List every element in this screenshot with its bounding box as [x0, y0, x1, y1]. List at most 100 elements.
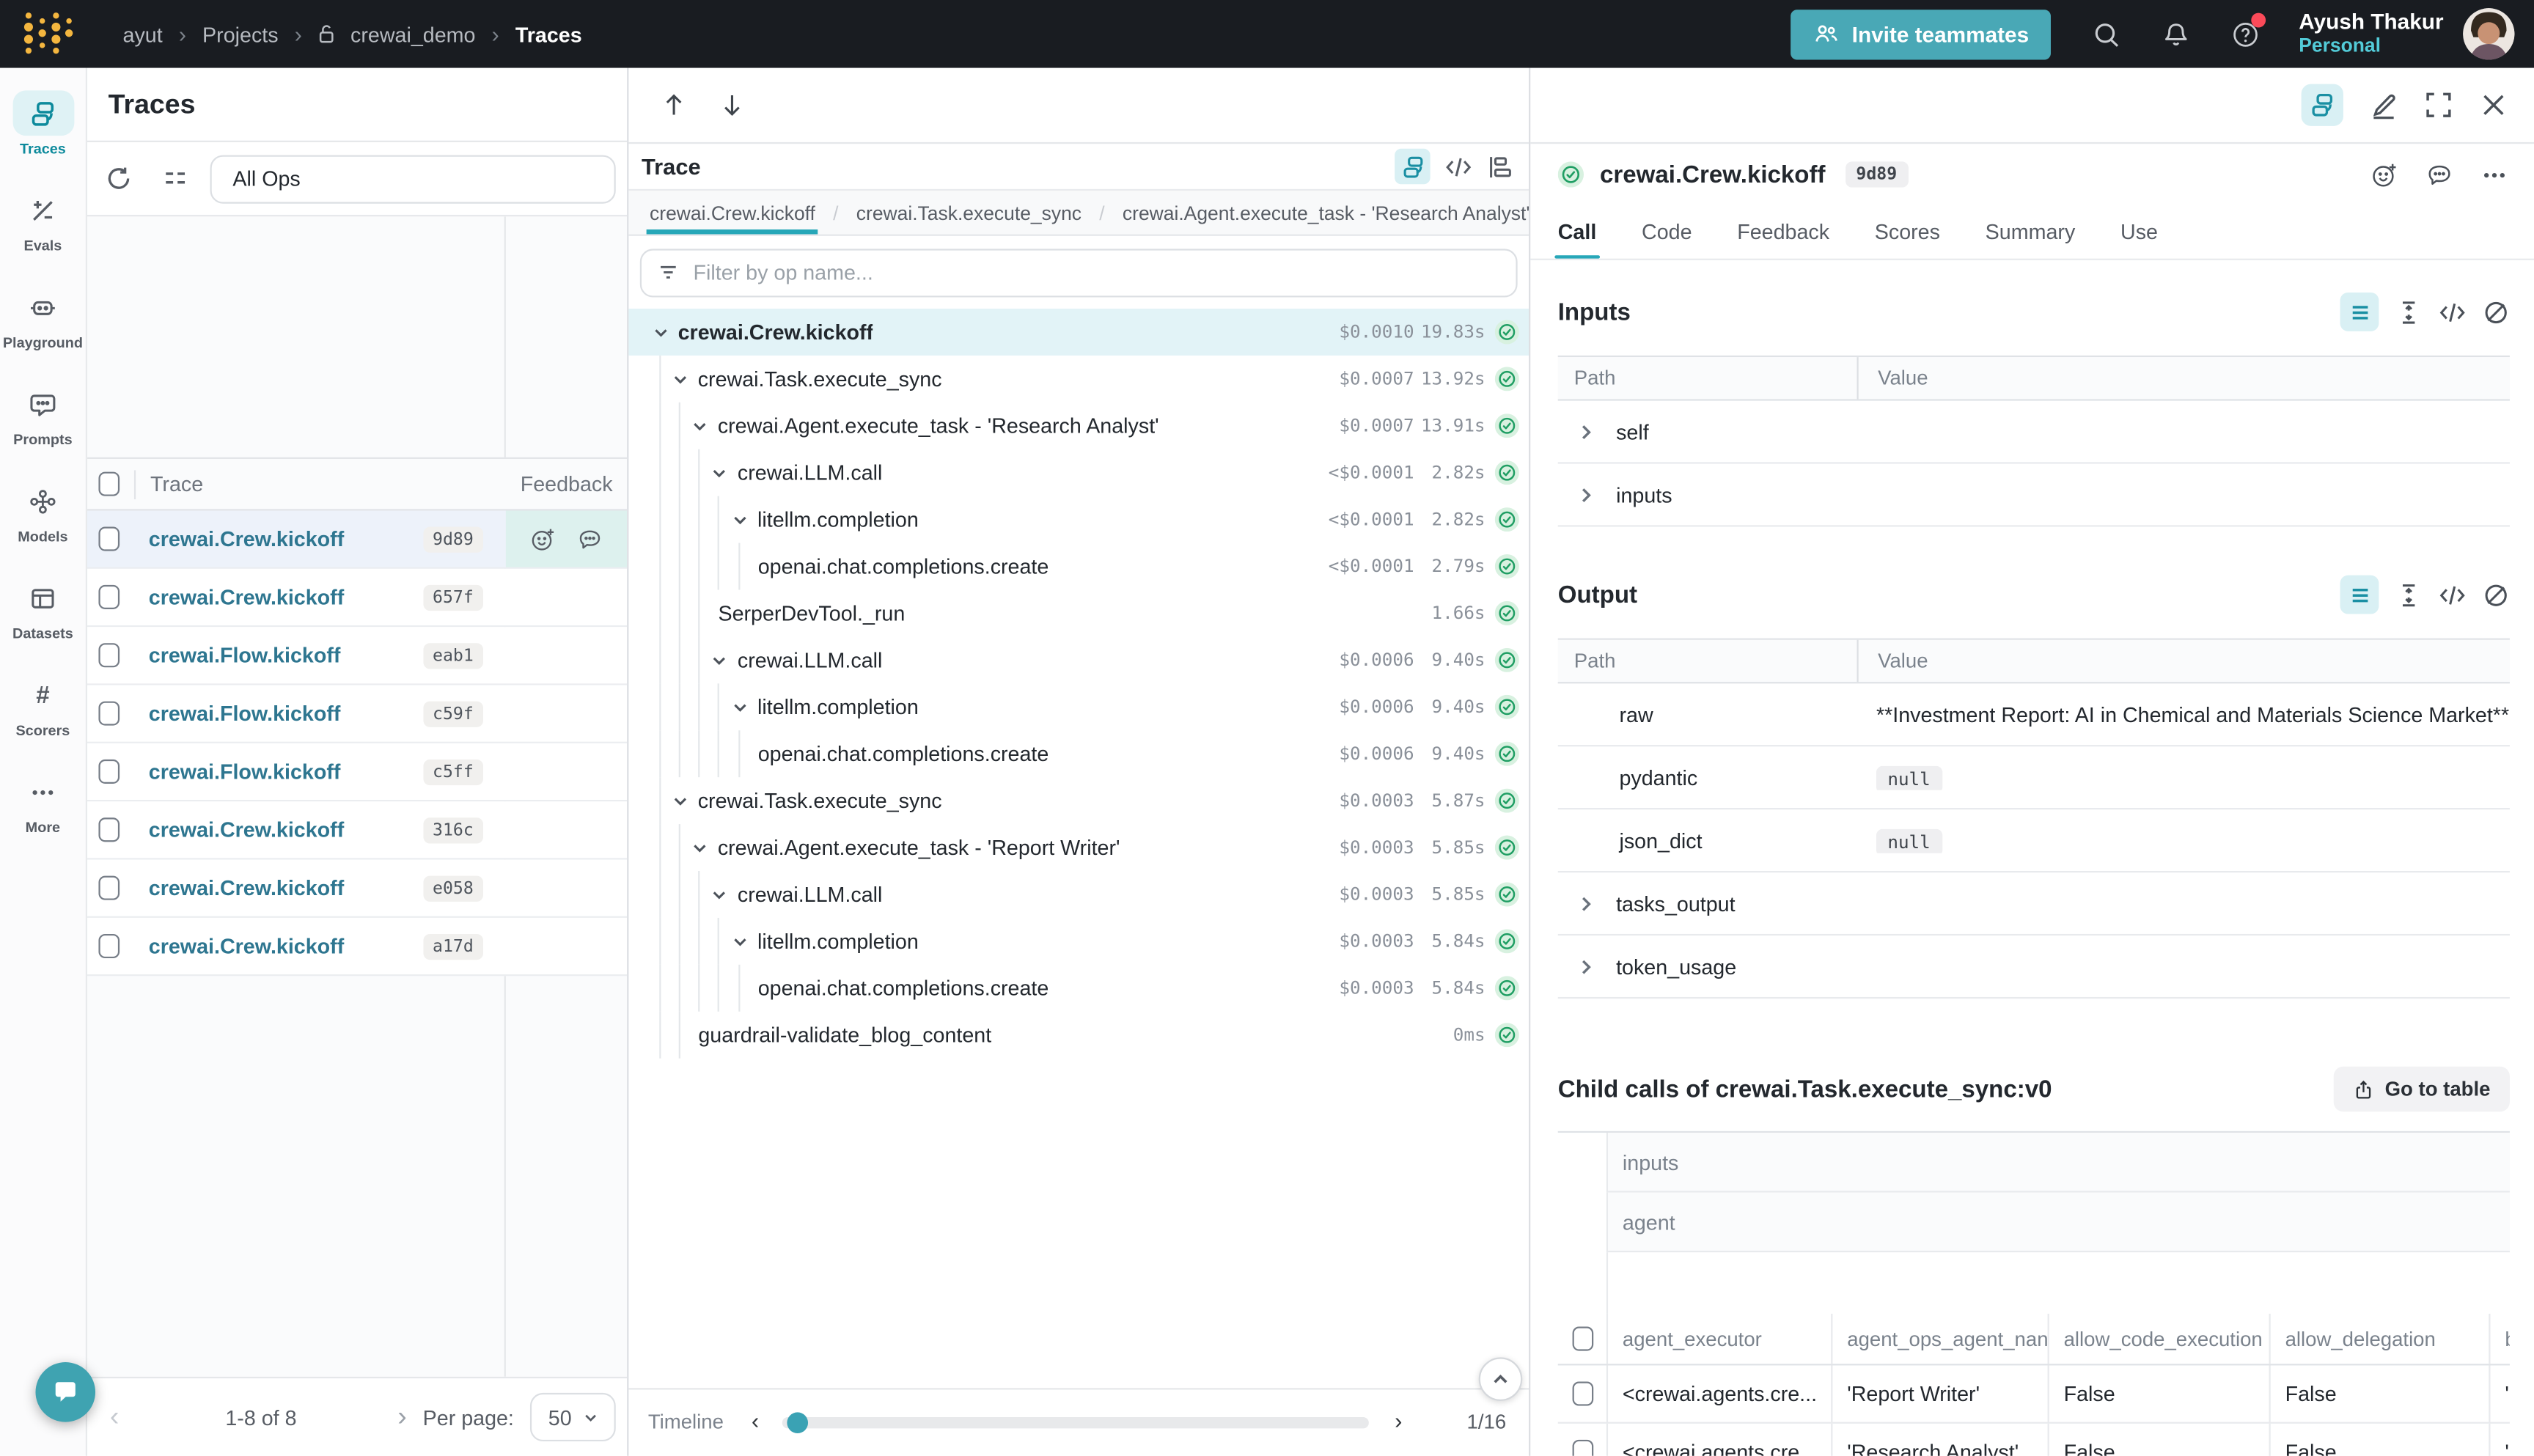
- span-tree-row[interactable]: litellm.completion<$0.00012.82s: [628, 496, 1529, 543]
- invite-teammates-button[interactable]: Invite teammates: [1791, 9, 2052, 59]
- comment-icon[interactable]: [2425, 161, 2453, 188]
- unfold-icon[interactable]: [2395, 298, 2422, 326]
- span-tree-row[interactable]: crewai.Task.execute_sync$0.00035.87s: [628, 777, 1529, 824]
- breadcrumb-item-traces[interactable]: Traces: [512, 22, 585, 46]
- sidebar-item-playground[interactable]: Playground: [0, 284, 86, 381]
- tab-use[interactable]: Use: [2120, 220, 2158, 259]
- trace-op-link[interactable]: crewai.Crew.kickoff: [149, 934, 344, 958]
- chevDown-icon[interactable]: [732, 512, 748, 528]
- arrow-up-icon[interactable]: [661, 92, 686, 118]
- go-to-table-button[interactable]: Go to table: [2333, 1067, 2510, 1112]
- chevRight-icon[interactable]: [1577, 894, 1595, 912]
- trace-op-link[interactable]: crewai.Flow.kickoff: [149, 643, 341, 667]
- bell-icon[interactable]: [2163, 21, 2190, 48]
- select-all-checkbox[interactable]: [98, 472, 120, 496]
- op-name-filter-input[interactable]: [640, 248, 1518, 296]
- more-options-icon[interactable]: [2480, 161, 2508, 188]
- span-tree-row[interactable]: crewai.Task.execute_sync$0.000713.92s: [628, 356, 1529, 402]
- trace-row[interactable]: crewai.Crew.kickoff9d89: [87, 510, 627, 568]
- row-checkbox[interactable]: [98, 934, 120, 958]
- kv-row[interactable]: pydanticnull: [1558, 746, 2510, 809]
- chevRight-icon[interactable]: [1577, 485, 1595, 503]
- smilePlus-icon[interactable]: [530, 526, 556, 551]
- list-view-button[interactable]: [2340, 576, 2379, 614]
- kv-row[interactable]: raw**Investment Report: AI in Chemical a…: [1558, 683, 2510, 746]
- kv-row[interactable]: self: [1558, 401, 2510, 464]
- avatar[interactable]: [2463, 8, 2515, 60]
- flame-view-icon[interactable]: [1487, 152, 1514, 180]
- chevDown-icon[interactable]: [652, 324, 668, 340]
- trace-row[interactable]: crewai.Flow.kickoffc5ff: [87, 743, 627, 801]
- row-checkbox[interactable]: [98, 817, 120, 842]
- trace-op-link[interactable]: crewai.Crew.kickoff: [149, 817, 344, 842]
- chevDown-icon[interactable]: [672, 793, 688, 809]
- child-column-header[interactable]: agent_ops_agent_nan: [1832, 1314, 2049, 1364]
- row-checkbox[interactable]: [98, 585, 120, 609]
- close-icon[interactable]: [2479, 90, 2508, 120]
- collapse-panel-button[interactable]: [1479, 1357, 1523, 1401]
- child-column-header[interactable]: allow_delegation: [2271, 1314, 2491, 1364]
- trace-op-link[interactable]: crewai.Crew.kickoff: [149, 876, 344, 900]
- trace-op-link[interactable]: crewai.Flow.kickoff: [149, 760, 341, 784]
- child-call-row[interactable]: <crewai.agents.cre...'Report Writer'Fals…: [1558, 1365, 2510, 1423]
- chat-support-button[interactable]: [35, 1362, 95, 1422]
- trace-op-link[interactable]: crewai.Crew.kickoff: [149, 527, 344, 551]
- span-tree-row[interactable]: crewai.Crew.kickoff$0.001019.83s: [628, 309, 1529, 356]
- kv-row[interactable]: json_dictnull: [1558, 809, 2510, 872]
- arrow-down-icon[interactable]: [719, 92, 745, 118]
- span-tree-row[interactable]: crewai.Agent.execute_task - 'Research An…: [628, 402, 1529, 449]
- trace-row[interactable]: crewai.Crew.kickoffa17d: [87, 918, 627, 976]
- fullscreen-icon[interactable]: [2424, 90, 2453, 120]
- chevDown-icon[interactable]: [712, 886, 728, 902]
- trace-path-tab[interactable]: crewai.Agent.execute_task - 'Research An…: [1119, 191, 1529, 235]
- row-checkbox[interactable]: [98, 876, 120, 900]
- trace-op-link[interactable]: crewai.Crew.kickoff: [149, 585, 344, 609]
- per-page-select[interactable]: 50: [530, 1393, 616, 1441]
- sidebar-item-more[interactable]: More: [0, 769, 86, 866]
- trace-row[interactable]: crewai.Crew.kickoff316c: [87, 801, 627, 859]
- eyeOff-icon[interactable]: [2482, 298, 2509, 326]
- trace-path-tab[interactable]: crewai.Crew.kickoff: [647, 191, 819, 235]
- next-page-icon[interactable]: ›: [397, 1401, 407, 1433]
- row-checkbox[interactable]: [98, 760, 120, 784]
- eyeOff-icon[interactable]: [2482, 581, 2509, 608]
- prev-page-icon[interactable]: ‹: [110, 1401, 120, 1433]
- span-tree-row[interactable]: openai.chat.completions.create$0.00069.4…: [628, 730, 1529, 777]
- span-tree-row[interactable]: litellm.completion$0.00069.40s: [628, 683, 1529, 730]
- timeline-slider-thumb[interactable]: [787, 1412, 808, 1433]
- sidebar-item-prompts[interactable]: Prompts: [0, 381, 86, 478]
- trace-row[interactable]: crewai.Flow.kickoffeab1: [87, 627, 627, 685]
- child-call-row[interactable]: <crewai.agents.cre...'Research Analyst'F…: [1558, 1424, 2510, 1456]
- row-checkbox[interactable]: [98, 702, 120, 726]
- span-tree-row[interactable]: crewai.LLM.call$0.00069.40s: [628, 636, 1529, 683]
- trace-row[interactable]: crewai.Crew.kickoffe058: [87, 860, 627, 918]
- wandb-logo-icon[interactable]: [19, 7, 74, 62]
- span-tree-row[interactable]: crewai.Agent.execute_task - 'Report Writ…: [628, 824, 1529, 871]
- edit-icon[interactable]: [2369, 90, 2398, 120]
- kv-row[interactable]: tasks_output: [1558, 872, 2510, 935]
- breadcrumb-item-projects[interactable]: Projects: [199, 22, 282, 46]
- code-icon[interactable]: [2439, 298, 2466, 326]
- column-header-trace[interactable]: Trace: [150, 472, 203, 496]
- row-checkbox[interactable]: [98, 643, 120, 667]
- trace-path-tab[interactable]: crewai.Task.execute_sync: [853, 191, 1084, 235]
- comment-icon[interactable]: [577, 526, 603, 551]
- tab-feedback[interactable]: Feedback: [1737, 220, 1829, 259]
- row-checkbox[interactable]: [1571, 1381, 1593, 1405]
- row-checkbox[interactable]: [1571, 1440, 1593, 1456]
- select-all-checkbox[interactable]: [1571, 1327, 1593, 1351]
- breadcrumb-item-crewai_demo[interactable]: crewai_demo: [348, 22, 479, 46]
- sidebar-item-datasets[interactable]: Datasets: [0, 576, 86, 672]
- timeline-prev-icon[interactable]: ‹: [752, 1408, 759, 1433]
- row-checkbox[interactable]: [98, 527, 120, 551]
- user-menu[interactable]: Ayush Thakur Personal: [2299, 10, 2443, 58]
- call-id-badge[interactable]: 9d89: [1845, 161, 1909, 187]
- tab-summary[interactable]: Summary: [1986, 220, 2076, 259]
- chevDown-icon[interactable]: [672, 371, 688, 387]
- filter-list-icon[interactable]: [161, 165, 188, 192]
- list-view-button[interactable]: [2340, 293, 2379, 331]
- tab-call[interactable]: Call: [1558, 220, 1597, 259]
- unfold-icon[interactable]: [2395, 581, 2422, 608]
- code-view-icon[interactable]: [1444, 152, 1472, 180]
- kv-row[interactable]: token_usage: [1558, 935, 2510, 999]
